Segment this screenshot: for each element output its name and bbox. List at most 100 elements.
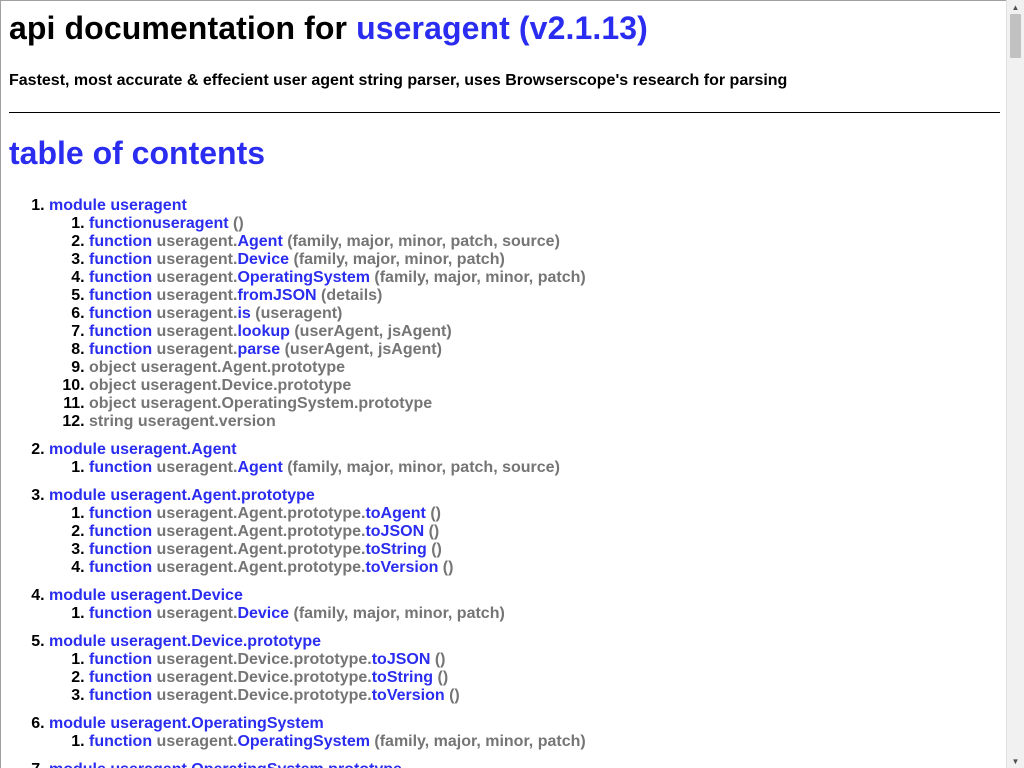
toc-item-namespace: useragent. bbox=[152, 305, 238, 322]
toc-item-keyword-link[interactable]: function bbox=[89, 605, 152, 622]
toc-module-link[interactable]: module useragent bbox=[49, 197, 187, 214]
toc-item-keyword-link[interactable]: function bbox=[89, 669, 152, 686]
toc-item-name-link[interactable]: Agent bbox=[237, 459, 282, 476]
toc-item-name-link[interactable]: Device bbox=[237, 251, 289, 268]
toc-module-link[interactable]: module useragent.Agent bbox=[49, 441, 237, 458]
toc-module-link[interactable]: module useragent.OperatingSystem.prototy… bbox=[49, 761, 402, 768]
toc-item-name-link[interactable]: lookup bbox=[237, 323, 289, 340]
toc-item-args: () bbox=[426, 541, 442, 558]
toc-item-args: () bbox=[430, 651, 446, 668]
toc-section: module useragent.Agent.prototypefunction… bbox=[49, 487, 1001, 577]
toc-item-name-link[interactable]: useragent bbox=[152, 215, 228, 232]
toc-item: function useragent.Agent (family, major,… bbox=[89, 233, 1001, 251]
toc-item-namespace: useragent. bbox=[152, 733, 238, 750]
toc-item-namespace: useragent.Device.prototype. bbox=[152, 669, 372, 686]
toc-item-keyword-link[interactable]: function bbox=[89, 651, 152, 668]
scroll-up-arrow-icon[interactable]: ▲ bbox=[1007, 0, 1024, 14]
toc-item: function useragent.Device.prototype.toSt… bbox=[89, 669, 1001, 687]
toc-item-text: object useragent.OperatingSystem.prototy… bbox=[89, 395, 433, 412]
toc-item-name-link[interactable]: OperatingSystem bbox=[237, 269, 369, 286]
toc-item-args: (family, major, minor, patch) bbox=[289, 251, 505, 268]
toc-item-namespace: useragent. bbox=[152, 269, 238, 286]
toc-item-args: () bbox=[424, 523, 440, 540]
toc-sublist: functionuseragent ()function useragent.A… bbox=[49, 215, 1001, 431]
toc-module-link[interactable]: module useragent.Agent.prototype bbox=[49, 487, 315, 504]
toc-item-args: (userAgent, jsAgent) bbox=[280, 341, 442, 358]
toc-item-name-link[interactable]: OperatingSystem bbox=[237, 733, 369, 750]
toc-sublist: function useragent.Agent.prototype.toAge… bbox=[49, 505, 1001, 577]
toc-item-name-link[interactable]: parse bbox=[237, 341, 280, 358]
toc-module-link[interactable]: module useragent.Device.prototype bbox=[49, 633, 321, 650]
toc-item-text: object useragent.Device.prototype bbox=[89, 377, 352, 394]
toc-item-keyword-link[interactable]: function bbox=[89, 287, 152, 304]
toc-item: function useragent.Agent (family, major,… bbox=[89, 459, 1001, 477]
toc-section: module useragent.Devicefunction useragen… bbox=[49, 587, 1001, 623]
toc-item-keyword-link[interactable]: function bbox=[89, 459, 152, 476]
toc-item-namespace: useragent. bbox=[152, 287, 238, 304]
toc-item-keyword-link[interactable]: function bbox=[89, 341, 152, 358]
package-description: Fastest, most accurate & effecient user … bbox=[9, 72, 788, 89]
toc-item-name-link[interactable]: toVersion bbox=[365, 559, 438, 576]
toc-item-name-link[interactable]: Agent bbox=[237, 233, 282, 250]
toc-item-name-link[interactable]: fromJSON bbox=[237, 287, 316, 304]
toc-item-keyword-link[interactable]: function bbox=[89, 687, 152, 704]
toc-item-namespace: useragent. bbox=[152, 233, 238, 250]
toc-item-namespace: useragent. bbox=[152, 323, 238, 340]
toc-item-name-link[interactable]: toString bbox=[365, 541, 426, 558]
toc-item-name-link[interactable]: toJSON bbox=[365, 523, 424, 540]
package-link[interactable]: useragent (v2.1.13) bbox=[356, 10, 648, 46]
toc-item-name-link[interactable]: Device bbox=[237, 605, 289, 622]
toc-item-keyword-link[interactable]: function bbox=[89, 523, 152, 540]
toc-item-keyword-link[interactable]: function bbox=[89, 251, 152, 268]
toc-item-name-link[interactable]: toString bbox=[372, 669, 433, 686]
toc-item-text: object useragent.Agent.prototype bbox=[89, 359, 346, 376]
toc-item: function useragent.lookup (userAgent, js… bbox=[89, 323, 1001, 341]
toc-item-args: (family, major, minor, patch) bbox=[369, 269, 586, 286]
toc-item-args: (userAgent, jsAgent) bbox=[289, 323, 452, 340]
toc-item: function useragent.Agent.prototype.toAge… bbox=[89, 505, 1001, 523]
toc-item-keyword-link[interactable]: function bbox=[89, 305, 152, 322]
toc-sublist: function useragent.Agent (family, major,… bbox=[49, 459, 1001, 477]
toc-item-keyword-link[interactable]: function bbox=[89, 505, 152, 522]
page-title-prefix: api documentation for bbox=[9, 10, 357, 46]
vertical-scrollbar[interactable]: ▲ ▼ bbox=[1006, 0, 1024, 768]
toc-item: functionuseragent () bbox=[89, 215, 1001, 233]
toc-heading[interactable]: table of contents bbox=[9, 135, 1001, 171]
toc-item-namespace: useragent.Agent.prototype. bbox=[152, 541, 366, 558]
toc-item-name-link[interactable]: toAgent bbox=[365, 505, 425, 522]
toc-item-keyword-link[interactable]: function bbox=[89, 233, 152, 250]
toc-section: module useragentfunctionuseragent ()func… bbox=[49, 197, 1001, 431]
toc-item-args: () bbox=[438, 559, 454, 576]
toc-item-name-link[interactable]: toJSON bbox=[372, 651, 431, 668]
toc-item-namespace: useragent. bbox=[152, 341, 238, 358]
toc-item-args: () bbox=[433, 669, 449, 686]
toc-module-link[interactable]: module useragent.Device bbox=[49, 587, 243, 604]
toc-item-keyword-link[interactable]: function bbox=[89, 559, 152, 576]
toc-item-keyword-link[interactable]: function bbox=[89, 541, 152, 558]
toc-item: function useragent.Device (family, major… bbox=[89, 251, 1001, 269]
toc-item: function useragent.OperatingSystem (fami… bbox=[89, 269, 1001, 287]
toc-item-namespace: useragent.Agent.prototype. bbox=[152, 505, 366, 522]
toc-item-name-link[interactable]: is bbox=[237, 305, 250, 322]
toc-item: function useragent.Device (family, major… bbox=[89, 605, 1001, 623]
scroll-down-arrow-icon[interactable]: ▼ bbox=[1007, 754, 1024, 768]
toc-item-args: (family, major, minor, patch) bbox=[289, 605, 505, 622]
toc-module-link[interactable]: module useragent.OperatingSystem bbox=[49, 715, 324, 732]
toc-item-keyword-link[interactable]: function bbox=[89, 323, 152, 340]
toc-section: module useragent.Device.prototypefunctio… bbox=[49, 633, 1001, 705]
toc-heading-link[interactable]: table of contents bbox=[9, 135, 265, 171]
toc-item: function useragent.fromJSON (details) bbox=[89, 287, 1001, 305]
toc-section: module useragent.OperatingSystemfunction… bbox=[49, 715, 1001, 751]
toc-item-name-link[interactable]: toVersion bbox=[372, 687, 445, 704]
toc-item: function useragent.Device.prototype.toVe… bbox=[89, 687, 1001, 705]
toc-item: function useragent.is (useragent) bbox=[89, 305, 1001, 323]
toc-item-args: (useragent) bbox=[250, 305, 343, 322]
toc-item-namespace: useragent. bbox=[152, 459, 238, 476]
toc-item-keyword-link[interactable]: function bbox=[89, 733, 152, 750]
toc-item: function useragent.Device.prototype.toJS… bbox=[89, 651, 1001, 669]
scrollbar-thumb[interactable] bbox=[1010, 14, 1021, 58]
toc-item-args: () bbox=[425, 505, 441, 522]
toc-item: function useragent.Agent.prototype.toJSO… bbox=[89, 523, 1001, 541]
toc-item-keyword-link[interactable]: function bbox=[89, 215, 152, 232]
toc-item-keyword-link[interactable]: function bbox=[89, 269, 152, 286]
